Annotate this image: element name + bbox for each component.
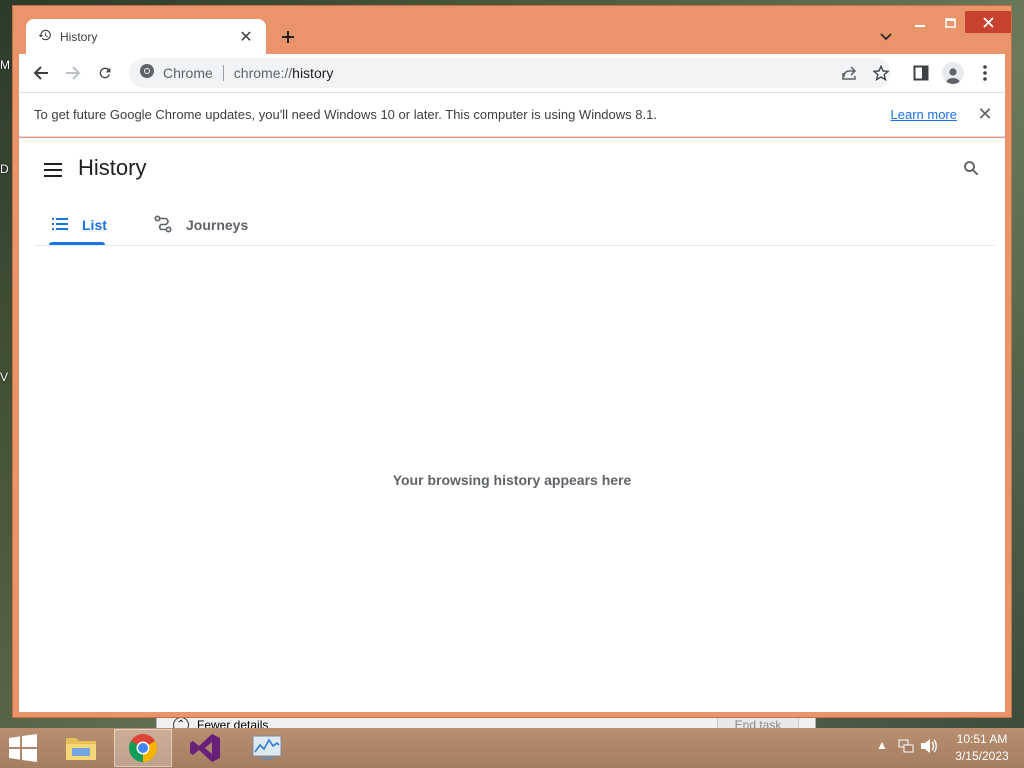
side-panel-button[interactable] — [907, 59, 935, 87]
maximize-icon — [944, 18, 956, 28]
clock-time: 10:51 AM — [956, 732, 1008, 746]
system-clock[interactable]: 10:51 AM 3/15/2023 — [944, 731, 1020, 765]
infobar-message: To get future Google Chrome updates, you… — [34, 107, 657, 122]
back-button[interactable] — [27, 59, 55, 87]
clock-date: 3/15/2023 — [955, 749, 1009, 763]
history-tabs: List Journeys — [34, 204, 994, 246]
side-panel-icon — [913, 65, 929, 81]
page-title: History — [78, 155, 147, 180]
close-window-button[interactable] — [965, 11, 1011, 33]
taskbar: ▲ 10:51 AM 3/15/2023 — [0, 728, 1024, 768]
taskbar-file-explorer[interactable] — [52, 729, 110, 767]
folder-icon — [66, 738, 96, 760]
chrome-logo-icon — [139, 63, 155, 84]
tab-journeys-label: Journeys — [186, 217, 249, 233]
bookmark-star-icon[interactable] — [869, 61, 893, 85]
share-icon[interactable] — [837, 61, 861, 85]
browser-toolbar: Chrome chrome://history — [19, 54, 1005, 92]
search-icon — [964, 161, 979, 176]
reload-icon — [99, 67, 111, 79]
taskbar-visual-studio[interactable] — [176, 729, 234, 767]
reload-button[interactable] — [91, 59, 119, 87]
chrome-menu-button[interactable] — [971, 59, 999, 87]
infobar-close-icon[interactable]: ✕ — [973, 104, 997, 125]
network-icon[interactable] — [898, 738, 914, 757]
visual-studio-icon — [190, 734, 220, 762]
url-host: history — [292, 65, 334, 81]
search-history-button[interactable] — [959, 156, 983, 180]
arrow-right-icon — [66, 66, 81, 80]
tab-list[interactable]: List — [52, 204, 107, 246]
url-prefix: chrome:// — [233, 65, 293, 81]
hamburger-icon — [44, 163, 62, 177]
chevron-down-icon — [880, 33, 892, 41]
update-infobar: To get future Google Chrome updates, you… — [19, 92, 1005, 137]
forward-button[interactable] — [59, 59, 87, 87]
empty-history-message: Your browsing history appears here — [392, 472, 632, 488]
tab-list-label: List — [82, 217, 107, 233]
address-bar[interactable]: Chrome chrome://history — [129, 58, 891, 88]
windows-logo-icon — [9, 734, 37, 762]
show-hidden-icons[interactable]: ▲ — [876, 738, 888, 752]
history-page: History List Journeys Your browsing hist… — [19, 138, 1005, 712]
omnibox-divider — [222, 65, 224, 81]
learn-more-link[interactable]: Learn more — [891, 107, 957, 122]
chrome-window: History ✕ Chrome chrome://history To get… — [12, 5, 1012, 718]
omnibox-url: chrome://history — [234, 65, 334, 81]
minimize-button[interactable] — [905, 12, 935, 34]
taskbar-performance-monitor[interactable] — [238, 729, 296, 767]
close-icon — [982, 16, 994, 28]
active-tab-indicator — [49, 242, 105, 245]
performance-monitor-icon — [252, 735, 282, 760]
history-icon — [38, 28, 52, 47]
arrow-left-icon — [33, 66, 48, 80]
tab-history[interactable]: History ✕ — [26, 19, 266, 55]
taskbar-chrome[interactable] — [114, 729, 172, 767]
tab-title: History — [60, 30, 98, 44]
maximize-button[interactable] — [935, 12, 965, 34]
plus-icon — [282, 31, 294, 43]
avatar-icon — [942, 62, 964, 84]
tab-journeys[interactable]: Journeys — [154, 204, 248, 246]
start-button[interactable] — [8, 734, 38, 762]
main-menu-button[interactable] — [41, 158, 65, 182]
more-vert-icon — [983, 65, 987, 81]
omnibox-scheme-label: Chrome — [163, 65, 213, 81]
list-icon — [52, 217, 68, 233]
profile-button[interactable] — [939, 59, 967, 87]
minimize-icon — [915, 25, 925, 27]
volume-icon[interactable] — [920, 738, 938, 757]
new-tab-button[interactable] — [275, 24, 301, 50]
chrome-icon — [129, 734, 157, 762]
close-tab-icon[interactable]: ✕ — [238, 27, 254, 47]
tab-search-button[interactable] — [873, 24, 899, 50]
journeys-icon — [154, 214, 172, 236]
